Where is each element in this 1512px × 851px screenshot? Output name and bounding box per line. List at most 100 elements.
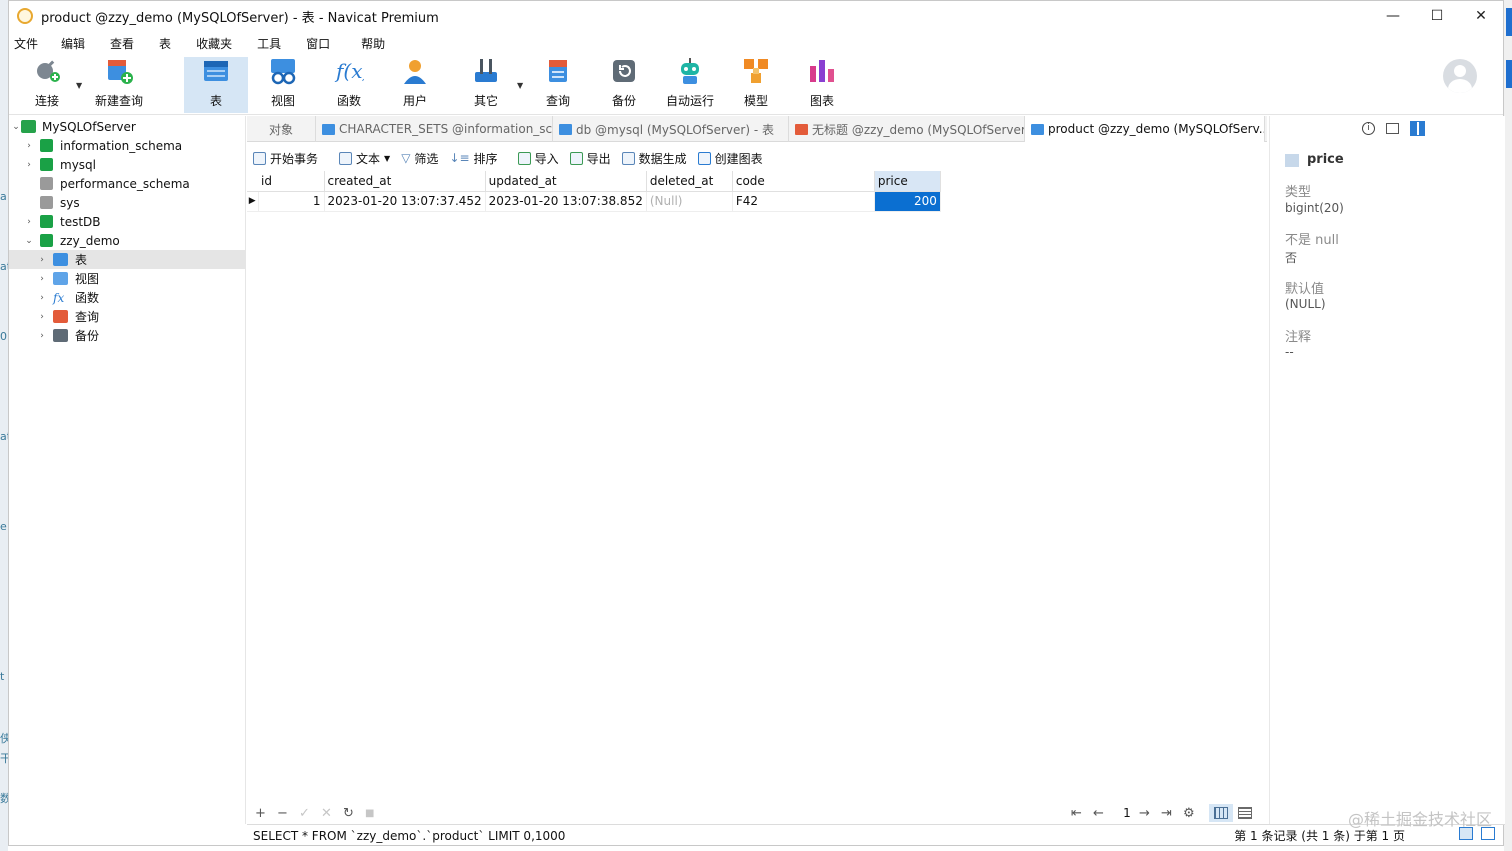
tree-db-mysql[interactable]: › mysql: [9, 155, 246, 174]
tree-item-tables[interactable]: › 表: [9, 250, 246, 269]
view-button[interactable]: 视图: [251, 57, 315, 113]
cell-code[interactable]: F42: [732, 191, 875, 212]
chevron-right-icon[interactable]: ›: [37, 331, 47, 341]
refresh-button[interactable]: ↻: [343, 806, 365, 821]
tree-item-functions[interactable]: › fx 函数: [9, 288, 246, 307]
discard-changes-button[interactable]: ✕: [321, 806, 343, 821]
tree-db-sys[interactable]: sys: [9, 193, 246, 212]
table-row[interactable]: ▶ 1 2023-01-20 13:07:37.452 2023-01-20 1…: [247, 191, 941, 212]
tab-untitled-query[interactable]: 无标题 @zzy_demo (MySQLOfServer)...: [789, 116, 1025, 142]
chevron-down-icon[interactable]: ⌄: [24, 236, 34, 246]
last-page-button[interactable]: ⇥: [1161, 806, 1183, 821]
menu-bar: 文件 编辑 查看 表 收藏夹 工具 窗口 帮助: [9, 32, 396, 54]
table-button[interactable]: 表: [184, 57, 248, 113]
previous-page-button[interactable]: ←: [1093, 806, 1115, 821]
grid-view-toggle[interactable]: [1209, 804, 1233, 822]
gear-icon[interactable]: ⚙: [1183, 806, 1205, 821]
form-view-toggle[interactable]: [1233, 804, 1257, 822]
database-icon: [40, 139, 53, 152]
chevron-right-icon[interactable]: ›: [24, 160, 34, 170]
maximize-button[interactable]: ☐: [1415, 1, 1459, 31]
tree-db-performance-schema[interactable]: performance_schema: [9, 174, 246, 193]
column-header-id[interactable]: id: [258, 171, 325, 192]
import-button[interactable]: 导入: [517, 150, 559, 167]
tab-objects[interactable]: 对象: [247, 116, 316, 142]
chevron-right-icon[interactable]: ›: [24, 217, 34, 227]
create-chart-button[interactable]: 创建图表: [697, 150, 763, 167]
cell-updated-at[interactable]: 2023-01-20 13:07:38.852: [485, 191, 647, 212]
menu-table[interactable]: 表: [154, 35, 191, 52]
add-record-button[interactable]: +: [255, 806, 277, 821]
column-header-code[interactable]: code: [732, 171, 875, 192]
menu-window[interactable]: 窗口: [301, 35, 356, 52]
connect-button[interactable]: 连接: [15, 57, 79, 113]
cell-price[interactable]: 200: [874, 191, 941, 212]
new-query-button[interactable]: 新建查询: [87, 57, 151, 113]
cell-id[interactable]: 1: [258, 191, 325, 212]
model-button[interactable]: 模型: [724, 57, 788, 113]
field-name: price: [1307, 152, 1344, 167]
ddl-icon[interactable]: [1386, 123, 1399, 134]
backup-button[interactable]: 备份: [592, 57, 656, 113]
column-header-price[interactable]: price: [874, 171, 941, 192]
window-title: product @zzy_demo (MySQLOfServer) - 表 - …: [41, 10, 439, 26]
menu-file[interactable]: 文件: [9, 35, 56, 52]
model-icon: [741, 56, 771, 86]
begin-transaction-button[interactable]: 开始事务: [253, 150, 318, 167]
tree-db-testdb[interactable]: › testDB: [9, 212, 246, 231]
tree-item-views[interactable]: › 视图: [9, 269, 246, 288]
data-generation-button[interactable]: 数据生成: [621, 150, 687, 167]
menu-tools[interactable]: 工具: [252, 35, 301, 52]
account-avatar[interactable]: [1443, 59, 1477, 93]
minimize-button[interactable]: —: [1371, 1, 1415, 31]
tree-item-queries[interactable]: › 查询: [9, 307, 246, 326]
tree-db-zzy-demo[interactable]: ⌄ zzy_demo: [9, 231, 246, 250]
menu-view[interactable]: 查看: [105, 35, 154, 52]
menu-help[interactable]: 帮助: [356, 35, 396, 52]
filter-button[interactable]: ▽ 筛选: [401, 150, 438, 167]
chevron-right-icon[interactable]: ›: [37, 312, 47, 322]
chart-icon: [697, 151, 711, 165]
text-button[interactable]: 文本 ▼: [339, 150, 390, 167]
column-header-updated-at[interactable]: updated_at: [485, 171, 647, 192]
next-page-button[interactable]: →: [1139, 806, 1161, 821]
first-page-button[interactable]: ⇤: [1071, 806, 1093, 821]
info-icon[interactable]: i: [1362, 122, 1375, 135]
cell-created-at[interactable]: 2023-01-20 13:07:37.452: [324, 191, 486, 212]
chart-button[interactable]: 图表: [790, 57, 854, 113]
menu-edit[interactable]: 编辑: [56, 35, 105, 52]
column-header-deleted-at[interactable]: deleted_at: [646, 171, 733, 192]
grid-layout-icon[interactable]: [1410, 121, 1425, 136]
connect-dropdown-caret[interactable]: ▼: [76, 81, 82, 90]
other-dropdown-caret[interactable]: ▼: [517, 81, 523, 90]
tab-db-mysql[interactable]: db @mysql (MySQLOfServer) - 表: [553, 116, 789, 142]
tree-server[interactable]: ⌄ MySQLOfServer: [9, 117, 246, 136]
query-button[interactable]: 查询: [526, 57, 590, 113]
chevron-right-icon[interactable]: ›: [37, 274, 47, 284]
stop-button[interactable]: ■: [365, 808, 387, 819]
column-header-created-at[interactable]: created_at: [324, 171, 486, 192]
tab-character-sets[interactable]: CHARACTER_SETS @information_sch...: [316, 116, 553, 142]
export-button[interactable]: 导出: [569, 150, 611, 167]
tree-db-information-schema[interactable]: › information_schema: [9, 136, 246, 155]
chevron-right-icon[interactable]: ›: [37, 293, 47, 303]
table-icon: [53, 253, 68, 266]
chevron-right-icon[interactable]: ›: [24, 141, 34, 151]
tab-product[interactable]: product @zzy_demo (MySQLOfServ...: [1025, 116, 1265, 142]
comment-value: --: [1285, 345, 1294, 359]
tree-item-backups[interactable]: › 备份: [9, 326, 246, 345]
user-button[interactable]: 用户: [383, 57, 447, 113]
auto-run-button[interactable]: 自动运行: [658, 57, 722, 113]
sort-button[interactable]: ↓≡ 排序: [449, 150, 497, 167]
apply-changes-button[interactable]: ✓: [299, 806, 321, 821]
menu-favorites[interactable]: 收藏夹: [191, 35, 252, 52]
other-button[interactable]: 其它: [454, 57, 518, 113]
cell-deleted-at[interactable]: (Null): [646, 191, 733, 212]
delete-record-button[interactable]: −: [277, 806, 299, 821]
chevron-right-icon[interactable]: ›: [37, 255, 47, 265]
page-number-input[interactable]: 1: [1115, 806, 1139, 820]
close-button[interactable]: ✕: [1459, 1, 1503, 31]
function-button[interactable]: f(x) 函数: [317, 57, 381, 113]
backup-icon: [609, 56, 639, 86]
chevron-down-icon[interactable]: ⌄: [11, 122, 21, 132]
